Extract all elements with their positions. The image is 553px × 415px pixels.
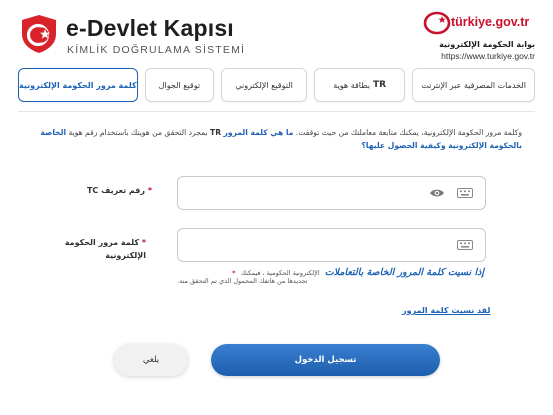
hint-text: الإلكترونية الحكومية ، فيمكنك — [240, 269, 320, 277]
tab-tr-id-card[interactable]: TR بطاقة هوية — [314, 68, 406, 102]
tc-input[interactable] — [177, 176, 486, 210]
tr-text: TR — [210, 128, 222, 137]
keyboard-icon[interactable] — [457, 188, 473, 198]
turkiye-logo-icon — [423, 11, 451, 35]
password-input[interactable] — [177, 228, 486, 262]
forgot-password-link[interactable]: لقد نسيت كلمة المرور — [402, 306, 490, 315]
tc-label-text: رقم تعريف — [101, 186, 146, 195]
login-button[interactable]: تسجيل الدخول — [211, 344, 440, 376]
what-is-password-link[interactable]: ما هي كلمة المرور — [223, 128, 293, 137]
description-text: وكلمة مرور الحكومة الإلكترونية، يمكنك مت… — [30, 126, 522, 152]
tab-mobile-signature[interactable]: توقيع الجوال — [144, 68, 214, 102]
tab-label: كلمة مرور الحكومة الإلكترونية — [19, 80, 137, 90]
tab-edevlet-password[interactable]: كلمة مرور الحكومة الإلكترونية — [18, 68, 138, 102]
description-part: بمجرد التحقق من هويتك باستخدام رقم هوية — [68, 128, 208, 137]
gov-arabic-title: بوابة الحكومة الإلكترونية — [439, 40, 535, 49]
login-method-tabs: الخدمات المصرفية عبر الإنترنت TR بطاقة ه… — [18, 68, 535, 102]
cancel-button[interactable]: يلغي — [114, 344, 188, 376]
password-label: * كلمة مرور الحكومة الإلكترونية — [60, 236, 146, 262]
tab-label: توقيع الجوال — [158, 80, 201, 90]
brand-title: e-Devlet Kapısı — [66, 15, 234, 41]
tab-prefix: TR — [373, 80, 387, 90]
tab-label: الخدمات المصرفية عبر الإنترنت — [421, 80, 526, 90]
tab-internet-banking[interactable]: الخدمات المصرفية عبر الإنترنت — [412, 68, 535, 102]
tc-label: * رقم تعريف TC — [60, 186, 152, 195]
divider — [18, 111, 535, 112]
hint-emphasis[interactable]: إذا نسيت كلمة المرور الخاصة بالتعاملات — [325, 267, 484, 278]
required-star: * — [232, 269, 236, 277]
password-label-text: كلمة مرور الحكومة الإلكترونية — [64, 238, 146, 260]
eye-icon[interactable] — [429, 188, 445, 198]
keyboard-icon[interactable] — [457, 240, 473, 250]
edevlet-logo-icon — [20, 14, 58, 54]
gov-logo-text: türkiye.gov.tr — [451, 15, 530, 29]
tc-label-prefix: TC — [86, 186, 99, 195]
tab-label: التوقيع الإلكتروني — [235, 80, 293, 90]
gov-url: https://www.turkiye.gov.tr — [441, 51, 535, 61]
required-star: * — [141, 238, 146, 247]
tab-e-signature[interactable]: التوقيع الإلكتروني — [221, 68, 308, 102]
brand-subtitle: KİMLİK DOĞRULAMA SİSTEMİ — [67, 44, 246, 56]
description-part: وكلمة مرور الحكومة الإلكترونية، يمكنك مت… — [295, 128, 522, 137]
hint-text-line2: تجديدها من هاتفك المحمول الذي تم التحقق … — [177, 277, 308, 285]
turkiye-gov-logo[interactable]: türkiye.gov.tr — [423, 10, 535, 36]
required-star: * — [147, 186, 152, 195]
tab-label: بطاقة هوية — [333, 80, 371, 90]
